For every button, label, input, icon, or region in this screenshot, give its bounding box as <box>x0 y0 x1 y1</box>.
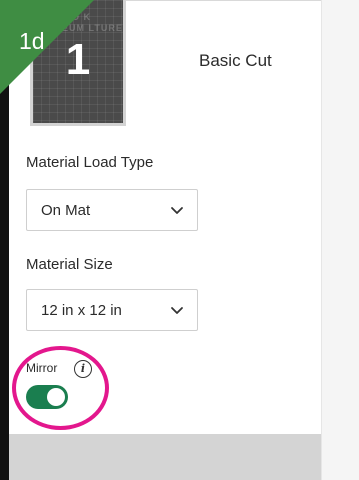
step-badge <box>0 0 94 94</box>
material-size-select[interactable]: 12 in x 12 in <box>26 289 198 331</box>
material-load-type-select[interactable]: On Mat <box>26 189 198 231</box>
mat-preview-area <box>321 0 359 480</box>
step-label: 1d <box>19 28 45 54</box>
material-size-label: Material Size <box>26 256 113 273</box>
chevron-down-icon <box>171 307 183 314</box>
chevron-down-icon <box>171 207 183 214</box>
app-root: SO K SEUM LTURE 1 1d Basic Cut Material … <box>0 0 359 480</box>
bottom-divider-band <box>9 434 321 480</box>
material-load-type-label: Material Load Type <box>26 154 154 171</box>
material-size-value: 12 in x 12 in <box>41 302 122 319</box>
highlight-annotation-circle <box>12 346 109 430</box>
material-load-type-value: On Mat <box>41 202 91 219</box>
cut-type-title: Basic Cut <box>199 51 272 70</box>
